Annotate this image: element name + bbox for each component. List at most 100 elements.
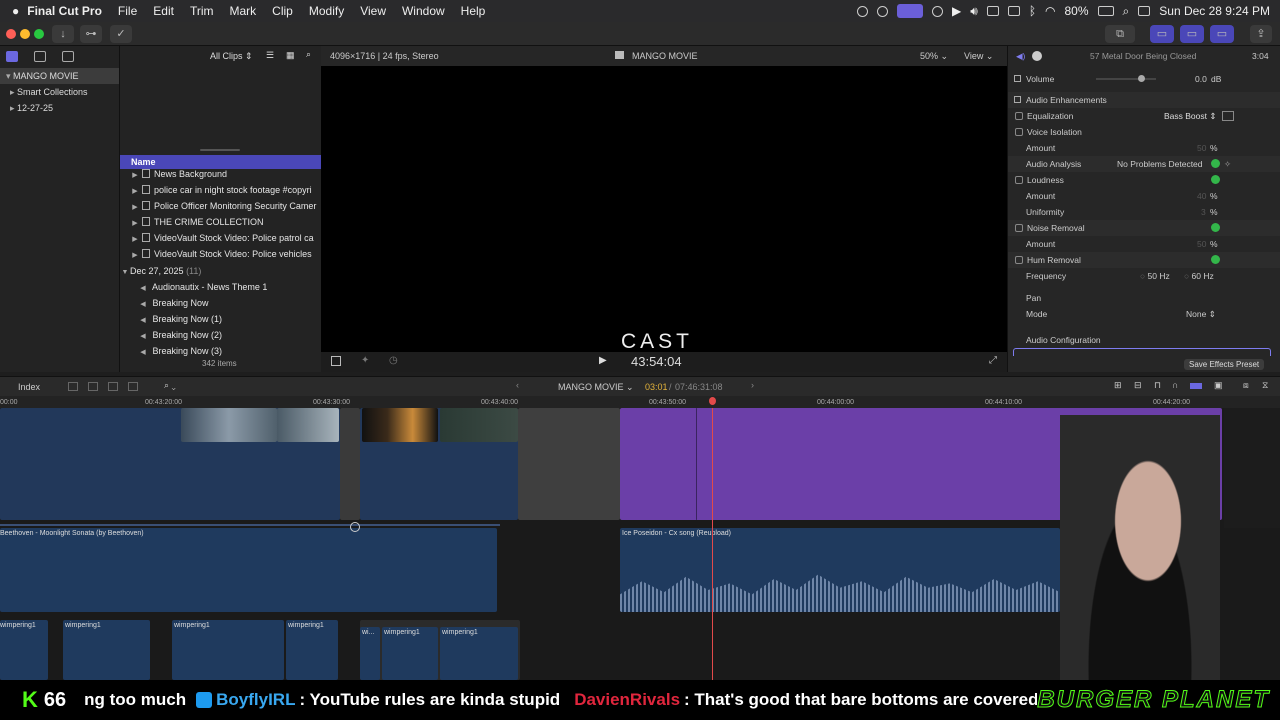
viewer-timecode[interactable]: 43:54:04 xyxy=(631,354,682,369)
history-back-icon[interactable]: ‹ xyxy=(516,380,519,390)
volume-icon[interactable]: 🔊︎ xyxy=(970,4,978,19)
zoom-tool-icon[interactable]: ⌕ ⌄ xyxy=(164,380,176,391)
app-menu[interactable]: Final Cut Pro xyxy=(27,4,102,18)
menu-view[interactable]: View xyxy=(360,4,386,18)
history-forward-icon[interactable]: › xyxy=(751,380,754,390)
info-tab-icon[interactable] xyxy=(1032,51,1042,61)
timeline-project-menu[interactable]: MANGO MOVIE ⌄ xyxy=(558,382,634,393)
eq-graph-icon[interactable] xyxy=(1222,111,1234,121)
save-effects-preset-button[interactable]: Save Effects Preset xyxy=(1184,359,1265,370)
overwrite-clip-icon[interactable] xyxy=(128,382,138,391)
pan-header[interactable]: Pan xyxy=(1008,290,1280,306)
clock[interactable]: Sun Dec 28 9:24 PM xyxy=(1159,4,1270,18)
menu-help[interactable]: Help xyxy=(461,4,486,18)
monitor-icon[interactable] xyxy=(1007,6,1020,16)
zoom-button[interactable] xyxy=(34,29,44,39)
noise-removal-checkbox[interactable] xyxy=(1015,224,1023,232)
screen-share-icon[interactable] xyxy=(897,4,924,18)
bluetooth-icon[interactable]: ᛒ xyxy=(1029,4,1036,18)
speed-icon[interactable]: ◷ xyxy=(389,355,398,366)
noise-amount-value[interactable]: 50 xyxy=(1197,236,1206,252)
event-group-header[interactable]: ▼ Dec 27, 2025 (11) xyxy=(120,263,321,279)
menu-modify[interactable]: Modify xyxy=(309,4,344,18)
skimming-icon[interactable]: ⊟ xyxy=(1134,380,1142,391)
equalization-menu[interactable]: Bass Boost ⇕ xyxy=(1164,108,1216,124)
library-item[interactable]: ▾ MANGO MOVIE xyxy=(0,68,119,84)
control-center-icon[interactable] xyxy=(1138,6,1151,16)
list-view-icon[interactable]: ☰ xyxy=(266,50,274,61)
pan-mode-menu[interactable]: None ⇕ xyxy=(1186,306,1216,322)
grid-icon[interactable] xyxy=(932,5,944,17)
uniformity-value[interactable]: 3 xyxy=(1201,204,1206,220)
audio-skimming-icon[interactable]: ∩ xyxy=(1172,380,1178,390)
menu-clip[interactable]: Clip xyxy=(272,4,293,18)
photos-tab-icon[interactable] xyxy=(34,51,46,62)
menu-mark[interactable]: Mark xyxy=(230,4,257,18)
timeline-menu-icon[interactable]: ⧖ xyxy=(1262,380,1268,391)
fullscreen-icon[interactable]: ⤢ xyxy=(989,355,997,366)
sfx-clip[interactable]: wimpering1 xyxy=(172,620,284,680)
list-item[interactable]: ▶ News Background xyxy=(120,166,321,182)
music-clip[interactable]: Beethoven - Moonlight Sonata (by Beethov… xyxy=(0,528,497,612)
transitions-icon[interactable]: ⧈ xyxy=(1243,380,1249,391)
clip-filter-menu[interactable]: All Clips ⇕ xyxy=(210,51,253,62)
keyword-button[interactable]: ⊶ xyxy=(80,25,102,43)
freq-60-radio[interactable]: ○ 60 Hz xyxy=(1184,268,1214,284)
smart-collections-item[interactable]: ▸ Smart Collections xyxy=(0,84,119,100)
timeline-ruler[interactable]: 00:00 00:43:20:00 00:43:30:00 00:43:40:0… xyxy=(0,396,1280,408)
zoom-menu[interactable]: 50% ⌄ xyxy=(920,51,948,62)
close-button[interactable] xyxy=(6,29,16,39)
import-button[interactable]: ↓ xyxy=(52,25,74,43)
apple-icon[interactable]: ● xyxy=(12,4,19,18)
volume-slider[interactable] xyxy=(1096,78,1156,80)
inspector-toggle[interactable]: ▭ xyxy=(1210,25,1234,43)
sfx-clip[interactable]: wimpering1 xyxy=(0,620,48,680)
list-item[interactable]: ▶ VideoVault Stock Video: Police patrol c… xyxy=(120,230,321,246)
magic-wand-icon[interactable]: ✧ xyxy=(1224,156,1231,172)
share-icon[interactable]: ⇪ xyxy=(1250,25,1272,43)
loudness-checkbox[interactable] xyxy=(1015,176,1023,184)
list-item[interactable]: ▶ police car in night stock footage #copy… xyxy=(120,182,321,198)
menu-file[interactable]: File xyxy=(118,4,137,18)
titles-tab-icon[interactable] xyxy=(62,51,74,62)
sfx-clip[interactable]: wimpering1 xyxy=(63,620,150,680)
minimize-button[interactable] xyxy=(20,29,30,39)
volume-value[interactable]: 0.0 xyxy=(1195,71,1207,87)
controller-icon[interactable] xyxy=(877,5,889,17)
sfx-clip[interactable]: wimpering1 xyxy=(382,627,438,680)
volume-knob[interactable] xyxy=(1138,75,1145,82)
index-button[interactable]: Index xyxy=(18,382,40,392)
view-menu[interactable]: View ⌄ xyxy=(964,51,993,62)
browser-scroll-handle[interactable] xyxy=(200,149,240,151)
sfx-clip[interactable]: wimpering1 xyxy=(286,620,338,680)
record-icon[interactable] xyxy=(857,5,869,17)
menu-edit[interactable]: Edit xyxy=(153,4,174,18)
wifi-icon[interactable]: ◠ xyxy=(1045,4,1055,18)
insert-clip-icon[interactable] xyxy=(88,382,98,391)
play-icon[interactable]: ▶ xyxy=(952,4,961,18)
clip-appearance-icon[interactable]: ⊞ xyxy=(1114,380,1122,391)
display-icon[interactable] xyxy=(986,6,999,16)
list-item[interactable]: ▶ VideoVault Stock Video: Police vehicles xyxy=(120,246,321,262)
play-button[interactable]: ▶ xyxy=(599,355,607,366)
list-item[interactable]: ◀ Breaking Now (1) xyxy=(120,311,321,327)
audio-config-selected-row[interactable] xyxy=(1013,348,1271,356)
list-item[interactable]: ▶ Police Officer Monitoring Security Came… xyxy=(120,198,321,214)
list-item[interactable]: ▶ THE CRIME COLLECTION xyxy=(120,214,321,230)
freq-50-radio[interactable]: ○ 50 Hz xyxy=(1140,268,1170,284)
menu-window[interactable]: Window xyxy=(402,4,445,18)
solo-icon[interactable] xyxy=(1190,383,1202,389)
search-icon[interactable]: ⌕ xyxy=(1123,4,1130,19)
gap-clip[interactable] xyxy=(518,408,620,520)
list-item[interactable]: ◀ Audionautix - News Theme 1 xyxy=(120,279,321,295)
loud-amount-value[interactable]: 40 xyxy=(1197,188,1206,204)
hum-removal-checkbox[interactable] xyxy=(1015,256,1023,264)
list-item[interactable]: ◀ Breaking Now xyxy=(120,295,321,311)
sfx-clip[interactable]: wimpering1 xyxy=(440,627,518,680)
transform-icon[interactable] xyxy=(331,356,341,366)
event-item[interactable]: ▸ 12-27-25 xyxy=(0,100,119,116)
gap-clip[interactable] xyxy=(340,408,360,520)
list-item[interactable]: ◀ Breaking Now (2) xyxy=(120,327,321,343)
background-tasks-button[interactable]: ✓ xyxy=(110,25,132,43)
audio-tab-icon[interactable]: ◀) xyxy=(1016,48,1025,64)
